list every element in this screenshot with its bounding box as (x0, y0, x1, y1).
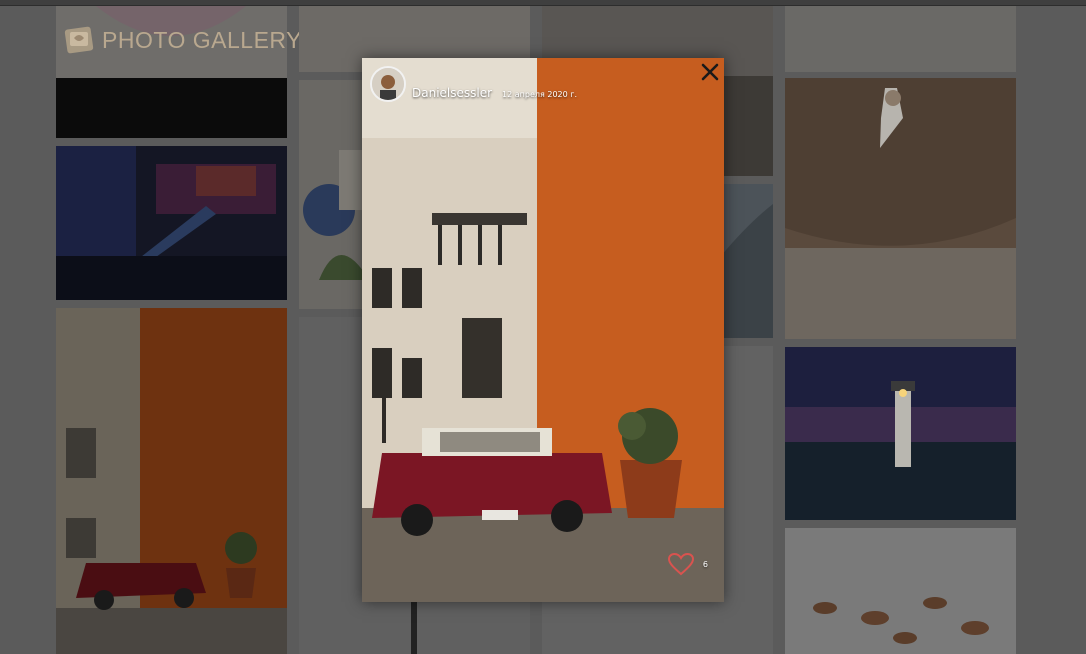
tile-neon-staircase[interactable] (56, 146, 287, 300)
like-count: 6 (702, 559, 708, 569)
tile-lighthouse-image (785, 347, 1016, 520)
author-name[interactable]: Danielsessler (412, 86, 492, 100)
logo[interactable]: PHOTO GALLERY (62, 24, 302, 56)
like-button[interactable]: 6 (667, 552, 708, 576)
photo-date: 12 апреля 2020 г. (502, 89, 578, 99)
modal-header: Danielsessler 12 апреля 2020 г. (370, 66, 577, 102)
tile-col4-top[interactable] (785, 6, 1016, 72)
tile-climber-image (785, 78, 1016, 339)
close-button[interactable] (700, 62, 720, 82)
heart-icon (667, 552, 694, 576)
tile-neon-image (56, 146, 287, 300)
tile-orange-wall-car[interactable] (56, 308, 287, 654)
tile-col4-top-image (785, 6, 1016, 72)
tile-pebbles[interactable] (785, 528, 1016, 654)
photo-modal: Danielsessler 12 апреля 2020 г. 6 (362, 58, 724, 602)
close-icon (701, 63, 719, 81)
photo-gallery-icon (64, 26, 94, 54)
logo-title: PHOTO GALLERY (102, 26, 302, 53)
tile-pebbles-image (785, 528, 1016, 654)
tile-climber-rock[interactable] (785, 78, 1016, 339)
tile-lighthouse-night[interactable] (785, 347, 1016, 520)
avatar-image (372, 68, 404, 100)
author-avatar[interactable] (370, 66, 406, 102)
tile-orange-wall-image (56, 308, 287, 654)
modal-photo (362, 58, 724, 602)
